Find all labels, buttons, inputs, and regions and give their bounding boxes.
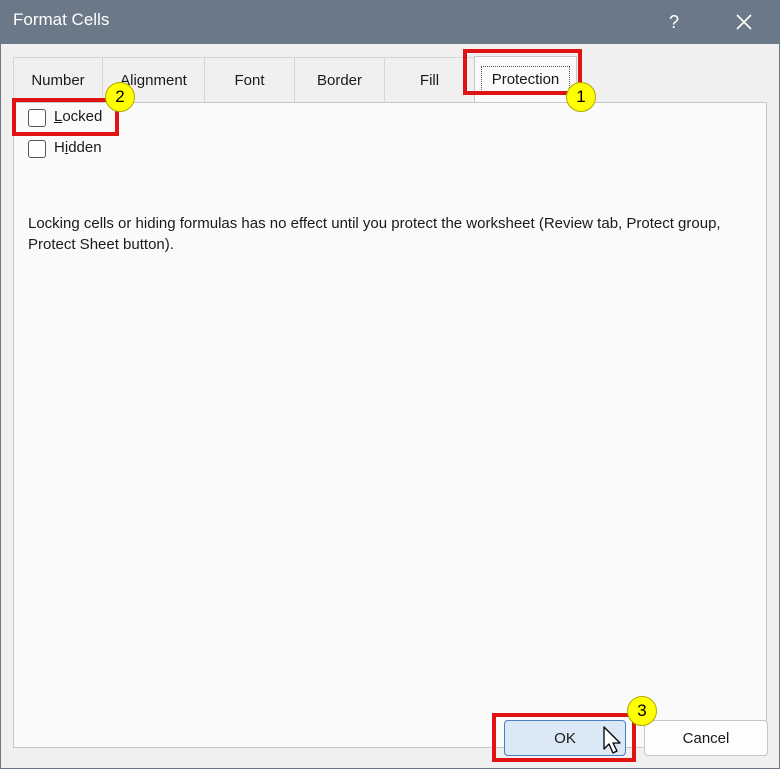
- callout-badge-1: 1: [566, 82, 596, 112]
- mouse-pointer-icon: [603, 726, 621, 754]
- dialog-client-area: Number Alignment Font Border Fill Protec…: [1, 44, 779, 768]
- close-button[interactable]: [720, 0, 768, 44]
- callout-badge-2: 2: [105, 82, 135, 112]
- format-cells-dialog: Format Cells ? Number Alignment Font Bor…: [0, 0, 780, 769]
- hidden-label: Hidden: [54, 139, 102, 156]
- protection-panel: Locked Hidden Locking cells or hiding fo…: [13, 102, 767, 748]
- tab-number[interactable]: Number: [13, 57, 102, 103]
- help-button[interactable]: ?: [652, 0, 696, 44]
- tab-fill-label: Fill: [419, 72, 440, 89]
- tab-border-label: Border: [316, 72, 363, 89]
- dialog-title: Format Cells: [13, 10, 110, 29]
- hidden-checkbox[interactable]: [28, 140, 46, 158]
- tab-font[interactable]: Font: [204, 57, 294, 103]
- protection-note: Locking cells or hiding formulas has no …: [28, 215, 721, 253]
- tab-number-label: Number: [31, 72, 85, 89]
- locked-highlight: [12, 98, 119, 136]
- title-bar: Format Cells ?: [0, 0, 780, 44]
- close-icon: [736, 14, 752, 30]
- tab-font-label: Font: [234, 72, 265, 89]
- protection-tab-highlight: [463, 49, 582, 95]
- cancel-button[interactable]: Cancel: [644, 720, 768, 756]
- tab-fill[interactable]: Fill: [384, 57, 474, 103]
- tab-border[interactable]: Border: [294, 57, 384, 103]
- callout-badge-3: 3: [627, 696, 657, 726]
